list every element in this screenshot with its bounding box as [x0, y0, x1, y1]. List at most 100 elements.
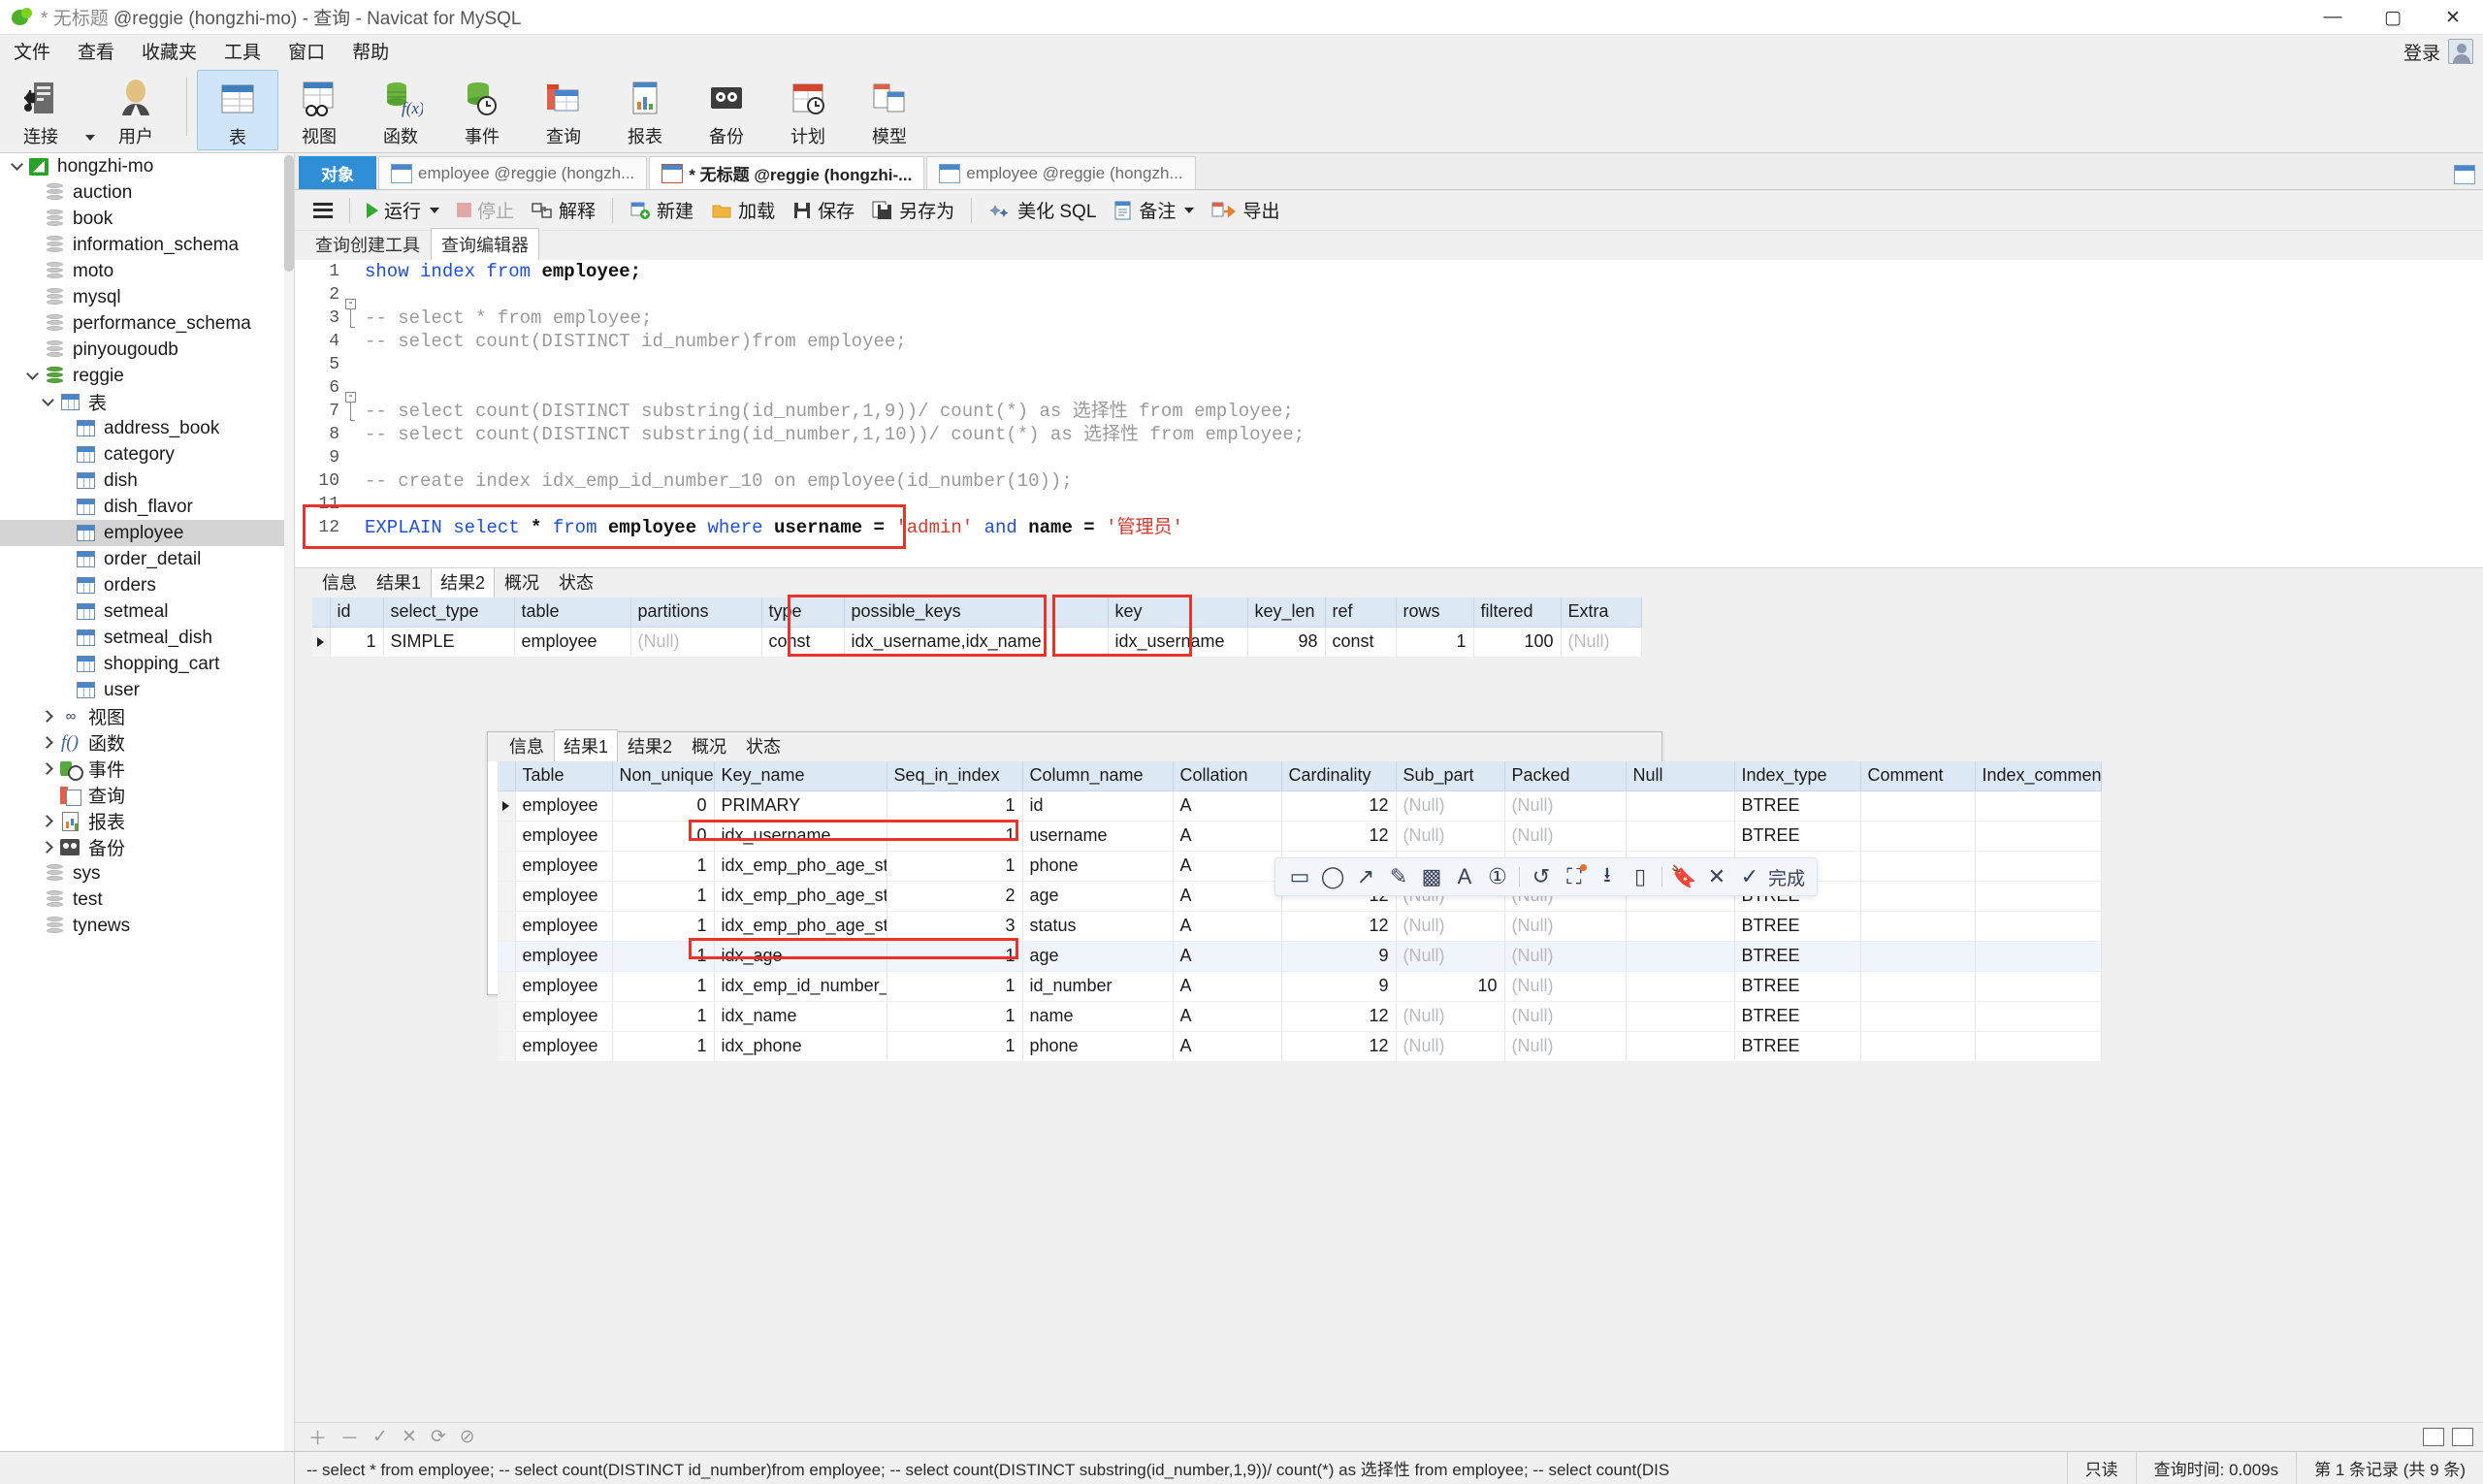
- column-header-rows[interactable]: rows: [1396, 597, 1474, 628]
- cell-packed[interactable]: (Null): [1504, 1001, 1627, 1032]
- row-marker[interactable]: [498, 971, 516, 1002]
- cell-table[interactable]: employee: [515, 911, 613, 942]
- cell-cardinality[interactable]: 12: [1281, 790, 1397, 822]
- column-header-table[interactable]: Table: [515, 761, 613, 791]
- download-icon[interactable]: ⭳: [1591, 862, 1624, 891]
- sidebar-scrollbar[interactable]: [284, 153, 294, 1451]
- tree-twisty-icon[interactable]: [6, 158, 27, 173]
- toolbar-model[interactable]: 模型: [849, 70, 930, 148]
- cell-index_comment[interactable]: [1975, 911, 2102, 942]
- cell-index_comment[interactable]: [1975, 851, 2102, 882]
- undo-icon[interactable]: ↺: [1525, 862, 1558, 891]
- cell-table[interactable]: employee: [515, 881, 613, 912]
- cell-collation[interactable]: A: [1173, 1031, 1282, 1062]
- cell-collation[interactable]: A: [1173, 941, 1282, 972]
- cell-key_name[interactable]: idx_name: [714, 1001, 887, 1032]
- tree-item--[interactable]: 表: [0, 389, 294, 415]
- column-header-key_name[interactable]: Key_name: [714, 761, 887, 791]
- form-view-icon[interactable]: [2452, 1428, 2473, 1446]
- tab-query-untitled[interactable]: * 无标题 @reggie (hongzhi-...: [649, 156, 925, 189]
- column-header-sub_part[interactable]: Sub_part: [1396, 761, 1505, 791]
- tree-twisty-icon[interactable]: [37, 710, 58, 723]
- cell-index_type[interactable]: BTREE: [1734, 1001, 1861, 1032]
- pin-icon[interactable]: ▯: [1624, 862, 1657, 891]
- cell-comment[interactable]: [1860, 941, 1976, 972]
- pen-icon[interactable]: ✎: [1382, 862, 1415, 891]
- column-header-table[interactable]: table: [514, 597, 631, 628]
- cell-index_type[interactable]: BTREE: [1734, 790, 1861, 822]
- cell-null[interactable]: [1626, 790, 1735, 822]
- tree-item--[interactable]: 查询: [0, 782, 294, 808]
- cell-column_name[interactable]: username: [1022, 821, 1174, 852]
- tree-item-pinyougoudb[interactable]: pinyougoudb: [0, 337, 294, 363]
- cell-collation[interactable]: A: [1173, 881, 1282, 912]
- cell-comment[interactable]: [1860, 821, 1976, 852]
- tree-item--[interactable]: 备份: [0, 834, 294, 860]
- editor-menu-button[interactable]: [305, 199, 341, 222]
- cell-ref[interactable]: const: [1325, 627, 1397, 658]
- cell-comment[interactable]: [1860, 1001, 1976, 1032]
- cell-filtered[interactable]: 100: [1473, 627, 1562, 658]
- cell-comment[interactable]: [1860, 1031, 1976, 1062]
- cell-table[interactable]: employee: [515, 851, 613, 882]
- table-row[interactable]: employee 1 idx_name 1 name A 12 (Null) (Null) BTR…: [498, 1001, 2102, 1032]
- cell-sub_part[interactable]: (Null): [1396, 941, 1505, 972]
- cell-key_name[interactable]: idx_emp_pho_age_sta: [714, 851, 887, 882]
- add-record-button[interactable]: ＋: [308, 1424, 327, 1450]
- cell-rows[interactable]: 1: [1396, 627, 1474, 658]
- cell-key_name[interactable]: idx_phone: [714, 1031, 887, 1062]
- tree-item-setmeal_dish[interactable]: setmeal_dish: [0, 625, 294, 651]
- cell-table[interactable]: employee: [515, 1001, 613, 1032]
- cell-seq_in_index[interactable]: 1: [887, 971, 1023, 1002]
- cell-cardinality[interactable]: 12: [1281, 911, 1397, 942]
- export-button[interactable]: 导出: [1203, 193, 1288, 227]
- cell-packed[interactable]: (Null): [1504, 821, 1627, 852]
- cell-table[interactable]: employee: [515, 821, 613, 852]
- tree-item--[interactable]: 事件: [0, 756, 294, 782]
- tree-twisty-icon[interactable]: [37, 394, 58, 408]
- cell-null[interactable]: [1626, 1001, 1735, 1032]
- minimize-button[interactable]: —: [2303, 0, 2363, 35]
- cell-comment[interactable]: [1860, 851, 1976, 882]
- row-marker[interactable]: [498, 1001, 516, 1032]
- sql-code-area[interactable]: show index from employee; -- select * fr…: [365, 260, 2483, 539]
- refresh-button[interactable]: ⟳: [431, 1426, 446, 1448]
- new-tab-icon[interactable]: [2454, 165, 2475, 184]
- tab-employee-data[interactable]: employee @reggie (hongzh...: [378, 156, 648, 189]
- index-tab-结果2[interactable]: 结果2: [618, 729, 682, 761]
- cell-non_unique[interactable]: 1: [612, 881, 715, 912]
- column-header-key_len[interactable]: key_len: [1247, 597, 1326, 628]
- tree-twisty-icon[interactable]: [37, 815, 58, 827]
- cell-non_unique[interactable]: 0: [612, 790, 715, 822]
- tab-objects[interactable]: 对象: [299, 156, 376, 189]
- cell-comment[interactable]: [1860, 790, 1976, 822]
- tree-item-performance_schema[interactable]: performance_schema: [0, 310, 294, 337]
- apply-changes-button[interactable]: ✓: [372, 1426, 388, 1448]
- ocr-icon[interactable]: ⛶: [1558, 862, 1591, 891]
- cell-index_type[interactable]: BTREE: [1734, 971, 1861, 1002]
- explain-tab-信息[interactable]: 信息: [312, 568, 367, 597]
- column-header-null[interactable]: Null: [1626, 761, 1735, 791]
- maximize-button[interactable]: ▢: [2363, 0, 2423, 35]
- comment-button[interactable]: 备注: [1105, 193, 1203, 227]
- tab-employee-design[interactable]: employee @reggie (hongzh...: [926, 156, 1196, 189]
- cell-id[interactable]: 1: [330, 627, 384, 658]
- tree-item-category[interactable]: category: [0, 441, 294, 468]
- explain-tab-结果1[interactable]: 结果1: [367, 568, 431, 597]
- cell-partitions[interactable]: (Null): [630, 627, 762, 658]
- cell-index_type[interactable]: BTREE: [1734, 911, 1861, 942]
- tree-item-employee[interactable]: employee: [0, 520, 294, 546]
- bookmark-icon[interactable]: 🔖: [1667, 862, 1700, 891]
- table-row[interactable]: employee 1 idx_emp_pho_age_sta 3 status A 12 (N…: [498, 911, 2102, 942]
- table-row[interactable]: employee1idx_emp_id_number_101id_numberA…: [498, 971, 2102, 1002]
- toolbar-view[interactable]: 视图: [278, 70, 360, 148]
- cell-non_unique[interactable]: 1: [612, 1001, 715, 1032]
- cell-comment[interactable]: [1860, 881, 1976, 912]
- row-marker[interactable]: [498, 1031, 516, 1062]
- menu-file[interactable]: 文件: [0, 35, 64, 67]
- cell-collation[interactable]: A: [1173, 790, 1282, 822]
- tree-item--[interactable]: ∞ 视图: [0, 703, 294, 729]
- tree-item-setmeal[interactable]: setmeal: [0, 598, 294, 625]
- cell-null[interactable]: [1626, 971, 1735, 1002]
- tree-item-mysql[interactable]: mysql: [0, 284, 294, 310]
